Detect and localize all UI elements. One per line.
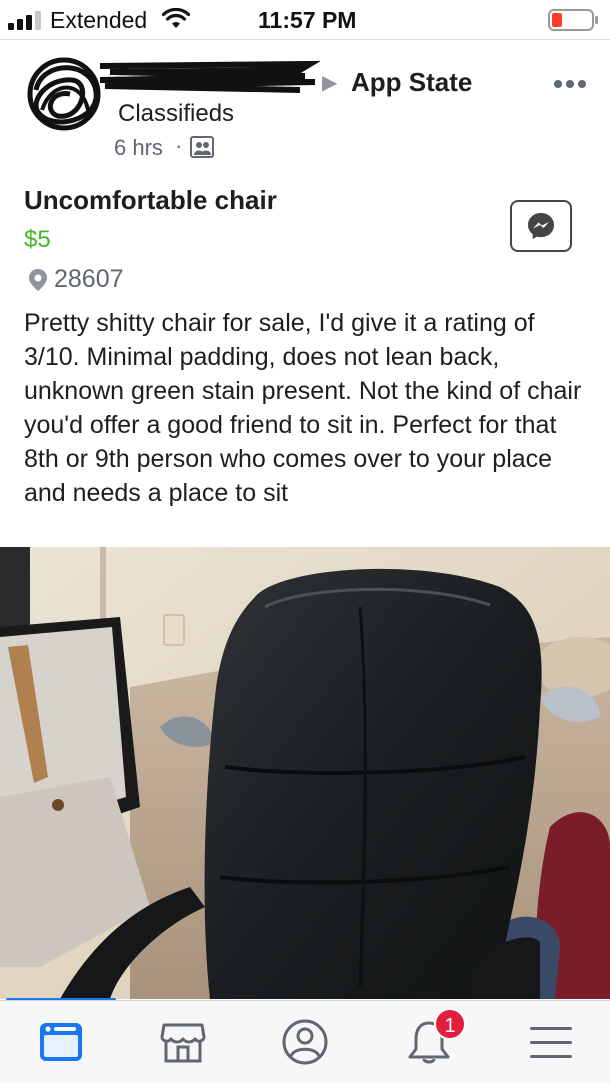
battery-low-icon	[548, 9, 598, 31]
bottom-navigation	[0, 1000, 610, 1083]
location-pin-icon	[29, 269, 47, 291]
profile-icon[interactable]	[280, 1017, 330, 1067]
post-time[interactable]: 6 hrs	[114, 135, 163, 161]
wifi-icon	[162, 8, 190, 28]
listing-description: Pretty shitty chair for sale, I'd give i…	[24, 309, 582, 507]
group-arrow-icon: ▶	[322, 72, 338, 94]
status-time: 11:57 PM	[258, 7, 357, 33]
listing-photo[interactable]	[0, 547, 610, 999]
listing-price: $5	[24, 226, 51, 253]
group-audience-icon	[190, 136, 214, 158]
listing-title: Uncomfortable chair	[24, 185, 277, 215]
cell-signal-icon	[8, 11, 41, 30]
messenger-icon	[528, 213, 554, 239]
notification-badge: 1	[434, 1008, 466, 1040]
status-bar: Extended 11:57 PM	[0, 0, 610, 40]
page-avatar[interactable]	[22, 50, 112, 140]
listing-location: 28607	[54, 265, 124, 293]
menu-icon[interactable]	[526, 1017, 576, 1067]
more-options-icon[interactable]	[552, 76, 588, 92]
message-seller-button[interactable]	[510, 200, 572, 252]
page-name[interactable]: Classifieds	[118, 100, 234, 128]
redacted-name	[100, 60, 320, 93]
group-name[interactable]: App State	[351, 67, 472, 98]
separator: ·	[175, 133, 183, 158]
news-feed-icon[interactable]	[36, 1017, 86, 1067]
carrier-name: Extended	[50, 7, 148, 33]
marketplace-icon[interactable]	[158, 1017, 208, 1067]
chair-photo-image	[0, 547, 610, 999]
